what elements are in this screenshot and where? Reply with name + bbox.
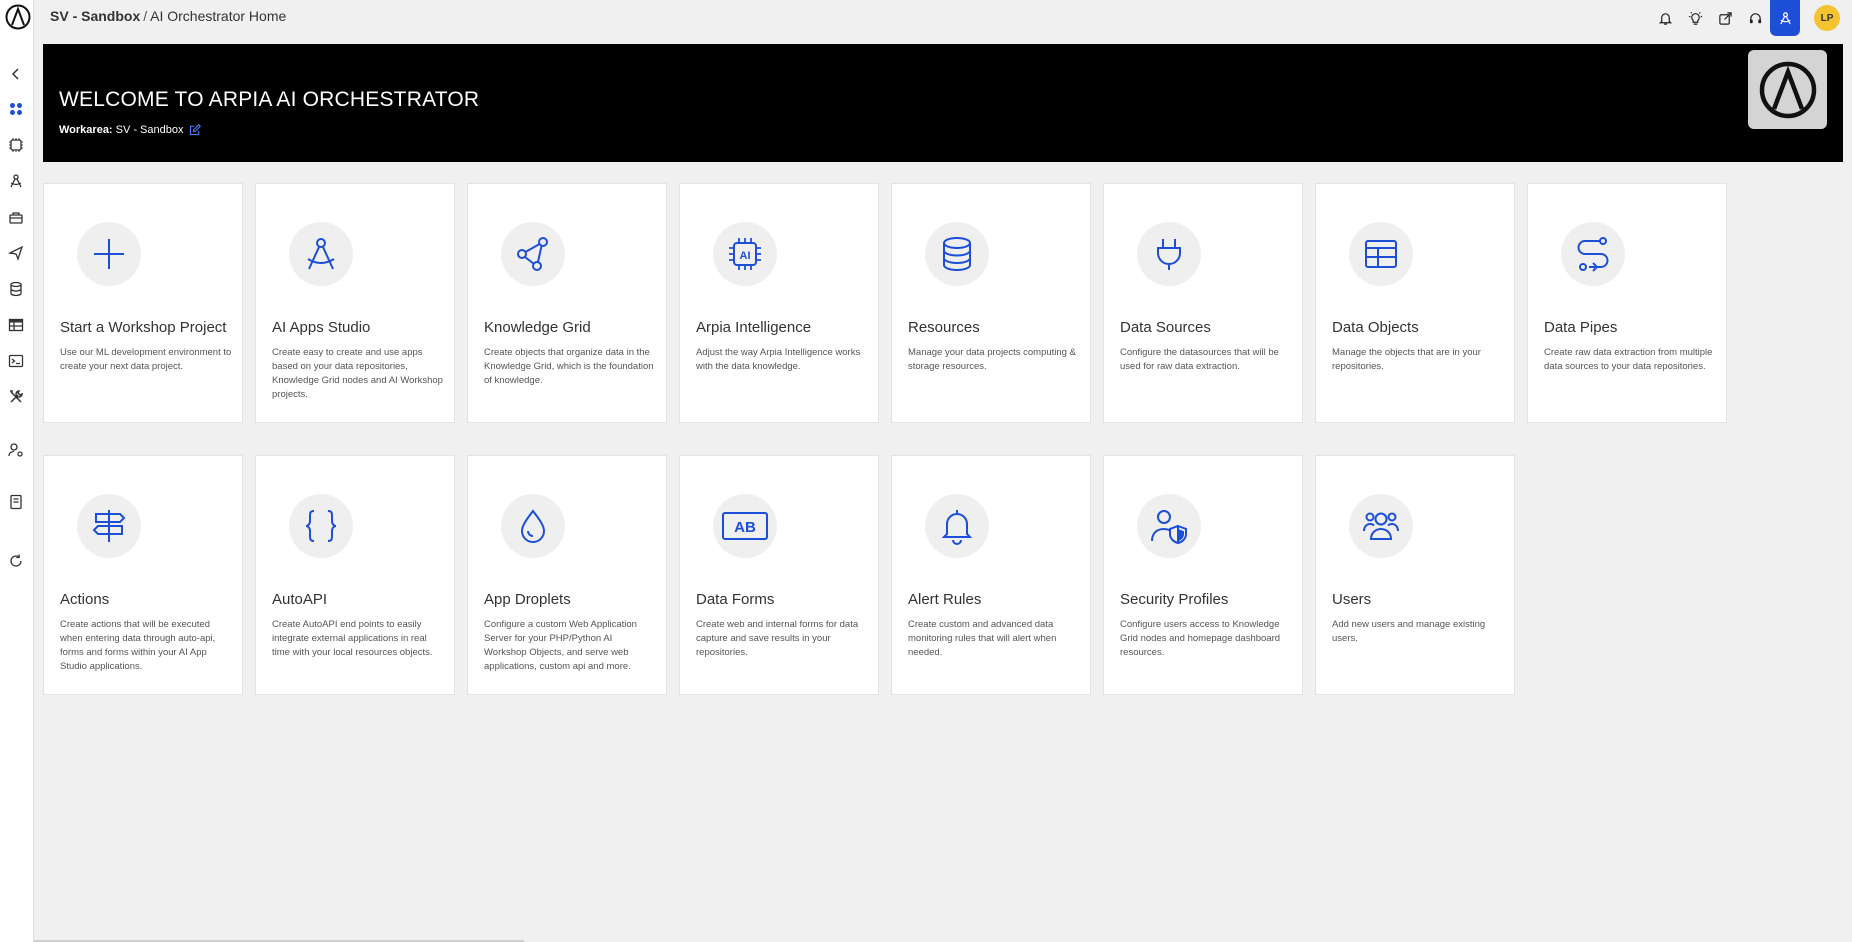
banner-title: WELCOME TO ARPIA AI ORCHESTRATOR xyxy=(59,88,480,111)
card-description: Create custom and advanced data monitori… xyxy=(908,619,1057,658)
card-data-objects[interactable]: Data Objects Manage the objects that are… xyxy=(1315,183,1515,423)
ai-chip-icon[interactable] xyxy=(7,136,25,154)
card-title: Data Pipes xyxy=(1544,319,1618,336)
card-knowledge-grid[interactable]: Knowledge Grid Create objects that organ… xyxy=(467,183,667,423)
card-description: Create raw data extraction from multiple… xyxy=(1544,347,1713,372)
user-avatar[interactable]: LP xyxy=(1814,5,1840,31)
table-icon[interactable] xyxy=(7,316,25,334)
card-title: Data Sources xyxy=(1120,319,1211,336)
card-title: Start a Workshop Project xyxy=(60,319,227,336)
card-security-profiles[interactable]: Security Profiles Configure users access… xyxy=(1103,455,1303,695)
card-arpia-intelligence[interactable]: AI Arpia Intelligence Adjust the way Arp… xyxy=(679,183,879,423)
card-description: Configure the datasources that will be u… xyxy=(1120,347,1279,372)
card-autoapi[interactable]: AutoAPI Create AutoAPI end points to eas… xyxy=(255,455,455,695)
book-icon[interactable] xyxy=(7,493,25,511)
card-title: Knowledge Grid xyxy=(484,319,591,336)
welcome-banner: WELCOME TO ARPIA AI ORCHESTRATOR Workare… xyxy=(43,44,1843,162)
form-ab-icon: AB xyxy=(713,494,777,558)
database-icon xyxy=(925,222,989,286)
breadcrumb-workspace[interactable]: SV - Sandbox xyxy=(50,8,140,24)
toolbox-icon[interactable] xyxy=(7,208,25,226)
card-title: Actions xyxy=(60,591,110,608)
card-title: App Droplets xyxy=(484,591,571,608)
card-title: AI Apps Studio xyxy=(272,319,371,336)
card-title: Data Objects xyxy=(1332,319,1419,336)
card-description: Create easy to create and use apps based… xyxy=(272,347,443,400)
lightbulb-icon[interactable] xyxy=(1680,0,1710,36)
notifications-bell-icon[interactable] xyxy=(1650,0,1680,36)
collapse-chevron-icon[interactable] xyxy=(7,65,25,83)
terminal-icon[interactable] xyxy=(7,352,25,370)
card-start-workshop-project[interactable]: Start a Workshop Project Use our ML deve… xyxy=(43,183,243,423)
droplet-icon xyxy=(501,494,565,558)
card-actions[interactable]: Actions Create actions that will be exec… xyxy=(43,455,243,695)
ai-assistant-icon[interactable] xyxy=(1770,0,1800,36)
card-title: Resources xyxy=(908,319,980,336)
card-description: Create web and internal forms for data c… xyxy=(696,619,859,658)
card-description: Add new users and manage existing users. xyxy=(1332,619,1486,644)
card-description: Create objects that organize data in the… xyxy=(484,347,654,386)
compass-icon xyxy=(289,222,353,286)
card-title: Data Forms xyxy=(696,591,775,608)
card-resources[interactable]: Resources Manage your data projects comp… xyxy=(891,183,1091,423)
signpost-icon xyxy=(77,494,141,558)
svg-text:AB: AB xyxy=(734,519,756,536)
breadcrumb: SV - Sandbox / AI Orchestrator Home xyxy=(50,8,286,24)
ai-chip-icon: AI xyxy=(713,222,777,286)
user-settings-icon[interactable] xyxy=(7,441,25,459)
card-data-pipes[interactable]: Data Pipes Create raw data extraction fr… xyxy=(1527,183,1727,423)
card-data-sources[interactable]: Data Sources Configure the datasources t… xyxy=(1103,183,1303,423)
card-description: Manage your data projects computing & st… xyxy=(908,347,1076,372)
card-description: Manage the objects that are in your repo… xyxy=(1332,347,1481,372)
card-description: Create actions that will be executed whe… xyxy=(60,619,216,672)
support-headset-icon[interactable] xyxy=(1740,0,1770,36)
compass-icon[interactable] xyxy=(7,172,25,190)
sidebar xyxy=(0,0,34,942)
arpia-logo-icon xyxy=(1759,61,1816,118)
share-icon[interactable] xyxy=(1710,0,1740,36)
topbar-actions: LP xyxy=(1650,0,1852,36)
card-title: Users xyxy=(1332,591,1372,608)
edit-icon[interactable] xyxy=(189,124,202,136)
card-alert-rules[interactable]: Alert Rules Create custom and advanced d… xyxy=(891,455,1091,695)
pipes-icon xyxy=(1561,222,1625,286)
plug-icon xyxy=(1137,222,1201,286)
card-description: Configure users access to Knowledge Grid… xyxy=(1120,619,1281,658)
arpia-logo-icon[interactable] xyxy=(5,4,31,30)
card-title: Arpia Intelligence xyxy=(696,319,812,336)
bell-icon xyxy=(925,494,989,558)
card-title: Alert Rules xyxy=(908,591,982,608)
tools-icon[interactable] xyxy=(7,388,25,406)
plus-icon xyxy=(77,222,141,286)
home-grid-icon[interactable] xyxy=(7,100,25,118)
workarea-value: SV - Sandbox xyxy=(115,124,184,136)
send-icon[interactable] xyxy=(7,244,25,262)
card-title: AutoAPI xyxy=(272,591,328,608)
workarea-label: Workarea: xyxy=(59,124,113,136)
graph-nodes-icon xyxy=(501,222,565,286)
card-description: Use our ML development environment to cr… xyxy=(60,347,232,372)
svg-text:AI: AI xyxy=(740,250,751,262)
card-data-forms[interactable]: AB Data Forms Create web and internal fo… xyxy=(679,455,879,695)
users-icon xyxy=(1349,494,1413,558)
arpia-logo xyxy=(1748,50,1827,129)
card-description: Adjust the way Arpia Intelligence works … xyxy=(696,347,861,372)
workarea-info: Workarea: SV - Sandbox xyxy=(59,124,202,136)
database-icon[interactable] xyxy=(7,280,25,298)
refresh-icon[interactable] xyxy=(7,552,25,570)
card-app-droplets[interactable]: App Droplets Configure a custom Web Appl… xyxy=(467,455,667,695)
breadcrumb-page: AI Orchestrator Home xyxy=(150,8,287,24)
topbar: SV - Sandbox / AI Orchestrator Home LP xyxy=(34,0,1852,36)
card-description: Create AutoAPI end points to easily inte… xyxy=(272,619,433,658)
card-title: Security Profiles xyxy=(1120,591,1229,608)
table-icon xyxy=(1349,222,1413,286)
braces-icon xyxy=(289,494,353,558)
card-description: Configure a custom Web Application Serve… xyxy=(484,619,637,672)
card-users[interactable]: Users Add new users and manage existing … xyxy=(1315,455,1515,695)
breadcrumb-separator: / xyxy=(143,8,148,24)
card-ai-apps-studio[interactable]: AI Apps Studio Create easy to create and… xyxy=(255,183,455,423)
user-shield-icon xyxy=(1137,494,1201,558)
